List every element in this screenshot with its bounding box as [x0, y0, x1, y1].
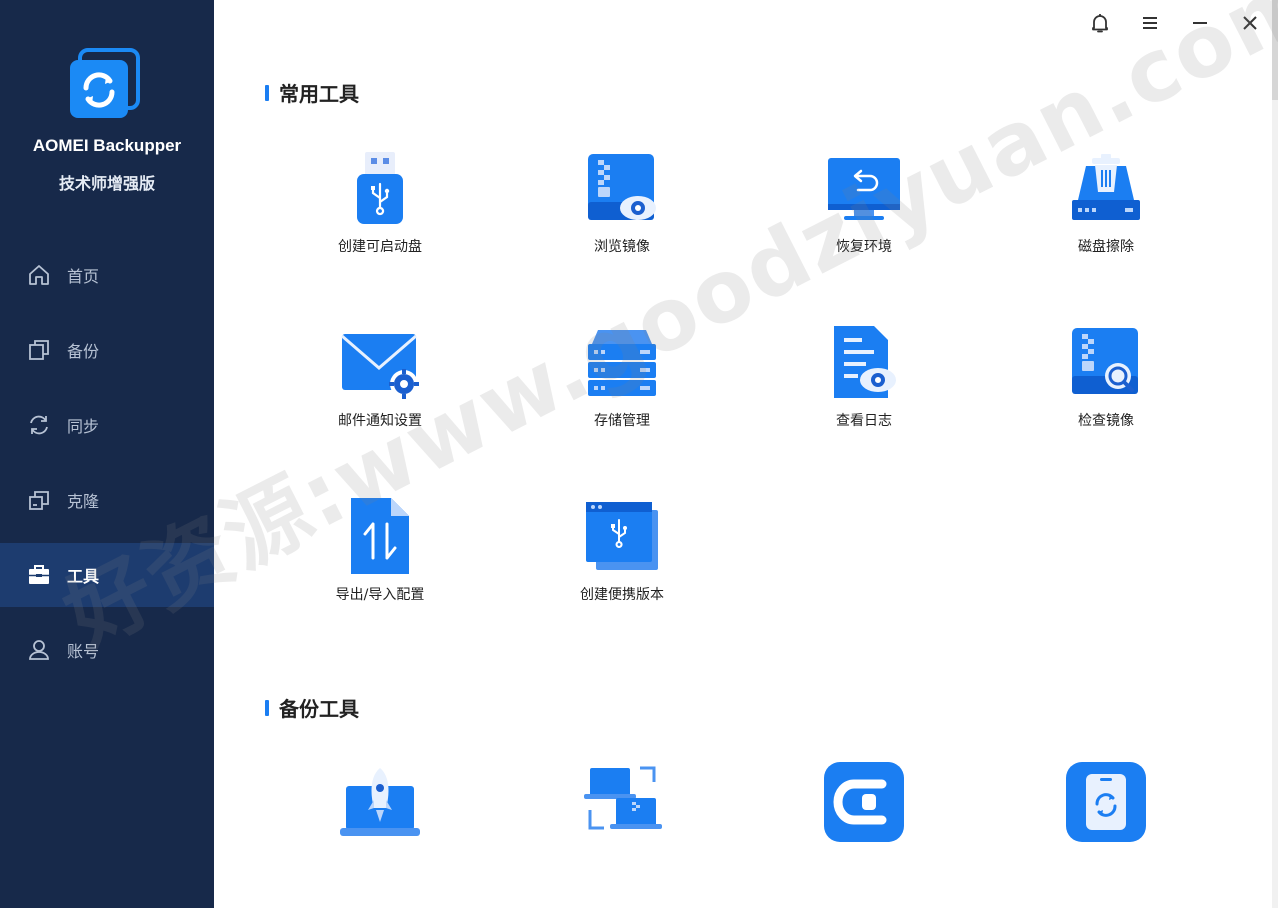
notification-bell-button[interactable]	[1085, 10, 1115, 40]
view-logs-icon	[822, 320, 906, 404]
tool-label: 磁盘擦除	[1078, 239, 1134, 255]
tool-disk-wipe[interactable]: 磁盘擦除	[1016, 146, 1196, 276]
app-edition: 技术师增强版	[58, 174, 155, 193]
nav-label: 首页	[67, 267, 100, 286]
vertical-scrollbar[interactable]	[1272, 0, 1278, 908]
tool-label: 创建可启动盘	[338, 239, 422, 255]
portable-version-icon	[580, 494, 664, 578]
app-name: AOMEI Backupper	[32, 136, 182, 155]
explore-image-icon	[580, 146, 664, 230]
minimize-button[interactable]	[1185, 10, 1215, 40]
section-title-text: 常用工具	[279, 82, 359, 106]
aomei-logo-icon	[68, 48, 142, 122]
tool-email-notification-settings[interactable]: 邮件通知设置	[290, 320, 470, 450]
export-import-icon	[338, 494, 422, 578]
iphone-backup-icon	[1064, 760, 1148, 844]
nav-item-sync[interactable]: 同步	[0, 393, 214, 457]
nav-item-clone[interactable]: 克隆	[0, 468, 214, 532]
scrollbar-thumb[interactable]	[1272, 0, 1278, 100]
nav-item-account[interactable]: 账号	[0, 618, 214, 682]
tool-export-import-config[interactable]: 导出/导入配置	[290, 494, 470, 624]
nav-label: 克隆	[67, 492, 100, 511]
nav-label: 备份	[67, 342, 100, 361]
bell-icon	[1089, 12, 1111, 38]
nav-item-backup[interactable]: 备份	[0, 318, 214, 382]
nav-item-tools[interactable]: 工具	[0, 543, 214, 607]
tool-label: 检查镜像	[1078, 413, 1134, 429]
section-title-text: 备份工具	[279, 697, 359, 721]
close-icon	[1240, 13, 1260, 37]
nav-item-home[interactable]: 首页	[0, 243, 214, 307]
tool-label: 浏览镜像	[594, 239, 650, 255]
nav-label: 账号	[67, 642, 100, 661]
recovery-environment-icon	[822, 146, 906, 230]
tool-recovery-environment[interactable]: 恢复环境	[774, 146, 954, 276]
centralized-backupper-icon	[822, 760, 906, 844]
close-button[interactable]	[1235, 10, 1265, 40]
minimize-icon	[1190, 13, 1210, 37]
content-scroll-clip	[214, 856, 1272, 908]
menu-icon	[1140, 13, 1160, 37]
tool-label: 恢复环境	[836, 239, 892, 255]
backup-icon	[26, 337, 52, 363]
nav-label: 同步	[67, 417, 100, 436]
usb-drive-icon	[338, 146, 422, 230]
image-deploy-icon	[580, 760, 664, 844]
section-accent-bar	[265, 699, 269, 716]
home-icon	[26, 262, 52, 288]
section-title-backup-tools: 备份工具	[265, 693, 359, 722]
nav-label: 工具	[67, 567, 100, 586]
section-accent-bar	[265, 84, 269, 101]
tool-explore-image[interactable]: 浏览镜像	[532, 146, 712, 276]
menu-button[interactable]	[1135, 10, 1165, 40]
tool-create-portable-version[interactable]: 创建便携版本	[532, 494, 712, 624]
sync-icon	[26, 412, 52, 438]
clone-icon	[26, 487, 52, 513]
check-image-icon	[1064, 320, 1148, 404]
tool-label: 存储管理	[594, 413, 650, 429]
tool-label: 导出/导入配置	[335, 587, 425, 603]
pxe-boot-icon	[338, 760, 422, 844]
tool-view-logs[interactable]: 查看日志	[774, 320, 954, 450]
disk-wipe-icon	[1064, 146, 1148, 230]
tool-storage-management[interactable]: 存储管理	[532, 320, 712, 450]
tool-create-bootable-media[interactable]: 创建可启动盘	[290, 146, 470, 276]
user-icon	[26, 637, 52, 663]
email-settings-icon	[338, 320, 422, 404]
section-title-common-tools: 常用工具	[265, 78, 359, 107]
toolbox-icon	[26, 562, 52, 588]
tool-check-image[interactable]: 检查镜像	[1016, 320, 1196, 450]
sidebar: AOMEI Backupper 技术师增强版 首页 备份 同步 克隆 工具 账号	[0, 0, 214, 908]
tool-label: 邮件通知设置	[338, 413, 422, 429]
tool-label: 查看日志	[836, 413, 892, 429]
storage-management-icon	[580, 320, 664, 404]
tool-label: 创建便携版本	[580, 587, 664, 603]
